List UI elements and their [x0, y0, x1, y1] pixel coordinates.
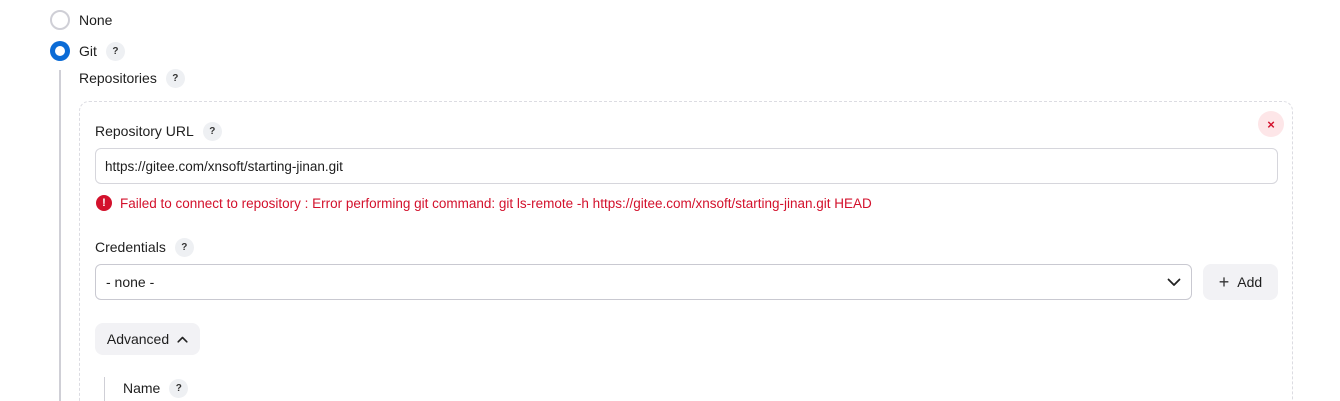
add-button-label: Add	[1237, 274, 1263, 290]
radio-none[interactable]	[50, 10, 70, 30]
error-icon: !	[96, 195, 112, 211]
radio-git[interactable]	[50, 41, 70, 61]
scm-config-panel: None Git ? Repositories ? × Repository U…	[0, 0, 1340, 401]
help-icon[interactable]: ?	[105, 41, 125, 61]
advanced-toggle-button[interactable]: Advanced	[95, 323, 200, 355]
remove-repository-button[interactable]: ×	[1258, 111, 1284, 137]
advanced-label: Advanced	[106, 331, 170, 347]
scm-option-git-label: Git	[79, 43, 97, 59]
name-label: Name	[123, 380, 161, 396]
scm-option-git[interactable]: Git ?	[50, 41, 125, 61]
name-header: Name ?	[123, 378, 189, 398]
repositories-header: Repositories ?	[79, 68, 185, 88]
connection-error-message: ! Failed to connect to repository : Erro…	[96, 195, 872, 211]
credentials-select[interactable]: - none -	[95, 264, 1192, 300]
advanced-section-divider	[104, 377, 105, 401]
scm-option-none-label: None	[79, 12, 113, 28]
error-text: Failed to connect to repository : Error …	[120, 195, 872, 211]
plus-icon: +	[1218, 272, 1230, 292]
chevron-up-icon	[177, 336, 188, 343]
credentials-label: Credentials	[95, 239, 166, 255]
chevron-down-icon	[1167, 278, 1181, 287]
help-icon[interactable]: ?	[169, 378, 189, 398]
repository-url-input[interactable]	[95, 148, 1278, 184]
scm-option-none[interactable]: None	[50, 10, 112, 30]
repository-card	[79, 101, 1293, 401]
repository-url-header: Repository URL ?	[95, 121, 222, 141]
repositories-label: Repositories	[79, 70, 157, 86]
credentials-selected-value: - none -	[106, 274, 155, 290]
add-credentials-button[interactable]: + Add	[1203, 264, 1278, 300]
help-icon[interactable]: ?	[165, 68, 185, 88]
help-icon[interactable]: ?	[202, 121, 222, 141]
help-icon[interactable]: ?	[174, 237, 194, 257]
repository-url-label: Repository URL	[95, 123, 194, 139]
git-section-divider	[59, 70, 61, 401]
credentials-header: Credentials ?	[95, 237, 194, 257]
close-icon: ×	[1267, 116, 1275, 132]
